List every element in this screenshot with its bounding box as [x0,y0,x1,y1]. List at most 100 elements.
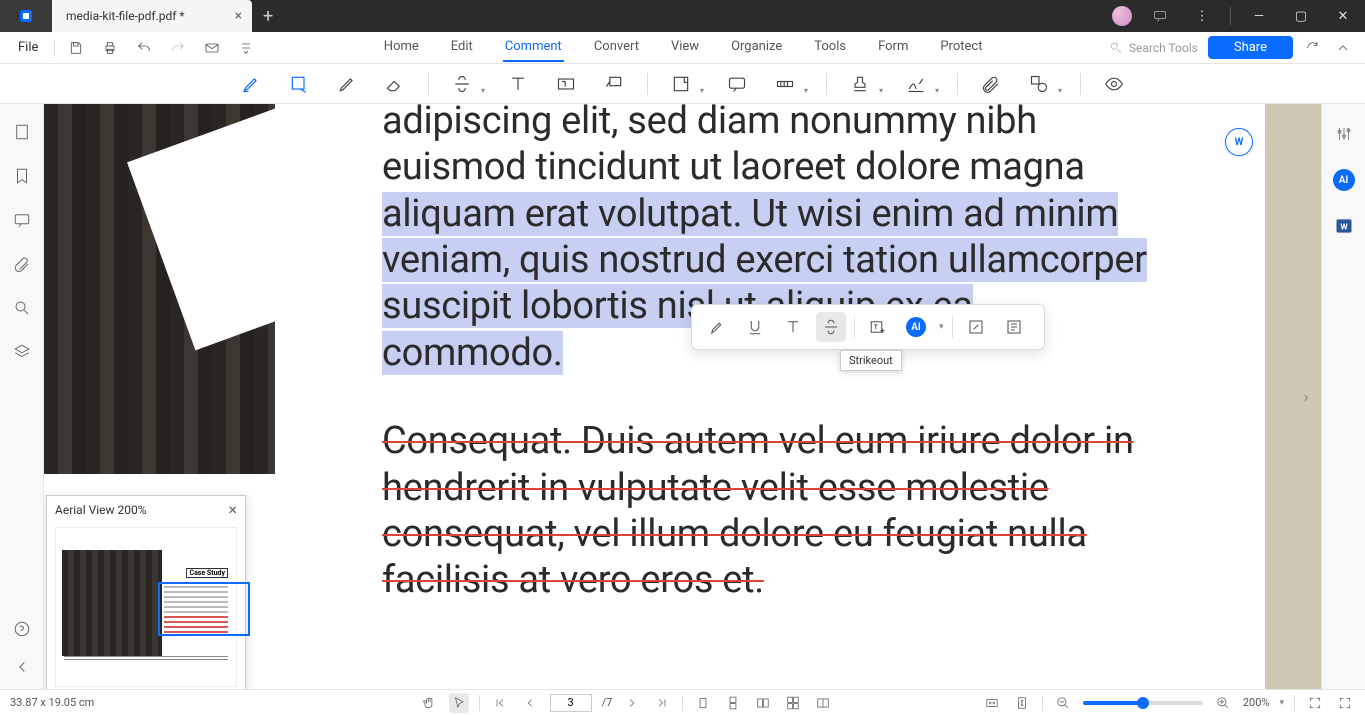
signature-tool-icon[interactable] [901,69,931,99]
ai-panel-icon[interactable]: AI [1332,168,1356,192]
close-tab-icon[interactable]: × [235,8,242,24]
hide-comments-icon[interactable] [1099,69,1129,99]
fit-width-icon[interactable] [982,693,1002,713]
menu-tools[interactable]: Tools [812,33,848,62]
aerial-title: Aerial View 200% [55,503,147,517]
eraser-tool-icon[interactable] [380,69,410,99]
search-panel-icon[interactable] [12,298,32,318]
layers-panel-icon[interactable] [12,342,32,362]
attachment-tool-icon[interactable] [976,69,1006,99]
selection-toolbar: AI▾ [691,304,1045,350]
highlight-tool-icon[interactable] [236,69,266,99]
menu-home[interactable]: Home [382,33,421,62]
file-menu[interactable]: File [10,40,46,55]
format-panel-icon[interactable] [1332,122,1356,146]
ai-selection-button[interactable]: AI [901,312,931,342]
comment-balloon-icon[interactable] [722,69,752,99]
feedback-icon[interactable] [1146,2,1174,30]
underline-selection-icon[interactable] [740,312,770,342]
user-avatar[interactable] [1112,6,1132,26]
prev-page-icon[interactable] [520,693,540,713]
first-page-icon[interactable] [490,693,510,713]
app-icon[interactable] [0,0,52,32]
menu-organize[interactable]: Organize [729,33,784,62]
document-text[interactable]: adipiscing elit, sed diam nonummy nibh e… [382,104,1155,604]
zoom-slider[interactable] [1083,701,1203,705]
search-placeholder: Search Tools [1129,41,1198,55]
text-tool-icon[interactable] [503,69,533,99]
continuous-view-icon[interactable] [723,693,743,713]
prev-page-arrow-icon[interactable] [12,657,32,677]
qat-dropdown-icon[interactable] [233,35,259,61]
highlight-selection-icon[interactable] [702,312,732,342]
tab-label: media-kit-file-pdf.pdf * [66,9,185,23]
measure-tool-icon[interactable] [770,69,800,99]
single-page-view-icon[interactable] [693,693,713,713]
document-viewport[interactable]: adipiscing elit, sed diam nonummy nibh e… [44,104,1321,689]
extract-selection-icon[interactable] [999,312,1029,342]
next-page-icon[interactable] [622,693,642,713]
redo-icon[interactable] [165,35,191,61]
bookmarks-panel-icon[interactable] [12,166,32,186]
comments-panel-icon[interactable] [12,210,32,230]
select-tool-icon[interactable] [449,693,469,713]
collapse-ribbon-icon[interactable] [1333,35,1353,61]
shapes-tool-icon[interactable] [1024,69,1054,99]
aerial-viewport-box[interactable] [158,582,250,636]
last-page-icon[interactable] [652,693,672,713]
two-page-continuous-icon[interactable] [783,693,803,713]
share-button[interactable]: Share [1208,36,1293,59]
new-tab-button[interactable]: + [252,6,284,27]
menu-edit[interactable]: Edit [449,33,475,62]
minimize-button[interactable]: — [1245,2,1273,30]
page-number-input[interactable] [550,694,592,712]
pencil-tool-icon[interactable] [332,69,362,99]
edit-selection-icon[interactable] [961,312,991,342]
print-icon[interactable] [97,35,123,61]
attachments-panel-icon[interactable] [12,254,32,274]
fullscreen-icon[interactable] [1305,693,1325,713]
fit-page-icon[interactable] [1012,693,1032,713]
sync-icon[interactable] [1303,35,1323,61]
document-tab[interactable]: media-kit-file-pdf.pdf * × [52,0,252,32]
text-selection-icon[interactable] [778,312,808,342]
mail-icon[interactable] [199,35,225,61]
textbox-tool-icon[interactable] [551,69,581,99]
document-image [44,104,275,474]
kebab-menu-icon[interactable]: ⋮ [1188,2,1216,30]
aerial-thumbnail[interactable]: Case Study [55,527,237,687]
menu-form[interactable]: Form [876,33,910,62]
read-mode-icon[interactable] [813,693,833,713]
next-page-arrow-icon[interactable]: › [1297,382,1315,412]
menu-comment[interactable]: Comment [503,33,564,62]
callout-tool-icon[interactable] [599,69,629,99]
area-highlight-icon[interactable] [284,69,314,99]
menu-view[interactable]: View [669,33,701,62]
note-tool-icon[interactable] [666,69,696,99]
close-window-button[interactable]: ✕ [1329,2,1357,30]
menu-convert[interactable]: Convert [592,33,641,62]
zoom-out-icon[interactable] [1053,693,1073,713]
word-export-badge[interactable]: W [1225,128,1253,156]
titlebar: media-kit-file-pdf.pdf * × + ⋮ — ▢ ✕ [0,0,1365,32]
stamp-tool-icon[interactable] [845,69,875,99]
cursor-coords: 33.87 x 19.05 cm [10,696,270,709]
aerial-close-icon[interactable]: × [228,500,237,519]
help-icon[interactable] [12,619,32,639]
save-icon[interactable] [63,35,89,61]
page-total: /7 [602,696,613,709]
menu-protect[interactable]: Protect [938,33,984,62]
word-panel-icon[interactable]: W [1332,214,1356,238]
zoom-in-icon[interactable] [1213,693,1233,713]
undo-icon[interactable] [131,35,157,61]
strikethrough-tool-icon[interactable] [447,69,477,99]
search-tools[interactable]: Search Tools [1109,41,1198,55]
fit-visible-icon[interactable] [1335,693,1355,713]
hand-tool-icon[interactable] [419,693,439,713]
menubar: File Home Edit Comment Convert View Organize T… [0,32,1365,64]
add-text-selection-icon[interactable] [863,312,893,342]
thumbnails-panel-icon[interactable] [12,122,32,142]
two-page-view-icon[interactable] [753,693,773,713]
maximize-button[interactable]: ▢ [1287,2,1315,30]
strikeout-selection-icon[interactable] [816,312,846,342]
